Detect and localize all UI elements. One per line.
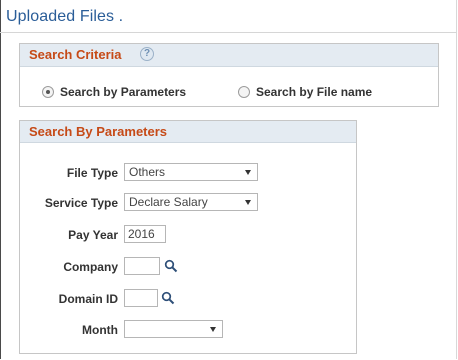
pay-year-label: Pay Year xyxy=(68,228,118,242)
search-icon[interactable] xyxy=(161,291,175,305)
search-icon[interactable] xyxy=(164,259,178,273)
service-type-label: Service Type xyxy=(44,196,118,210)
radio-search-by-parameters[interactable]: Search by Parameters xyxy=(42,85,186,99)
service-type-value: Declare Salary xyxy=(129,195,208,209)
radio-button-selected[interactable] xyxy=(42,86,54,98)
help-icon[interactable]: ? xyxy=(140,47,154,61)
search-by-parameters-group: Search By Parameters File Type Others Se… xyxy=(19,120,357,354)
file-type-select[interactable]: Others xyxy=(124,163,258,181)
radio-search-by-file-name[interactable]: Search by File name xyxy=(238,85,372,99)
search-by-parameters-header: Search By Parameters xyxy=(20,121,356,143)
chevron-down-icon xyxy=(245,170,251,175)
pay-year-input[interactable]: 2016 xyxy=(124,225,166,243)
search-criteria-group: Search Criteria ? Search by Parameters S… xyxy=(19,43,439,107)
chevron-down-icon xyxy=(245,200,251,205)
month-select[interactable] xyxy=(124,320,223,338)
radio-label: Search by Parameters xyxy=(60,85,187,99)
search-by-parameters-title: Search By Parameters xyxy=(29,124,168,139)
radio-button-unselected[interactable] xyxy=(238,86,250,98)
service-type-select[interactable]: Declare Salary xyxy=(124,193,258,211)
search-criteria-title: Search Criteria xyxy=(29,47,122,62)
radio-label: Search by File name xyxy=(256,85,373,99)
domain-id-input[interactable] xyxy=(124,289,158,307)
page-title: Uploaded Files . xyxy=(6,8,124,25)
company-label: Company xyxy=(63,260,118,274)
search-criteria-header: Search Criteria ? xyxy=(20,44,438,67)
file-type-value: Others xyxy=(129,165,166,179)
domain-id-label: Domain ID xyxy=(58,292,118,306)
pay-year-value: 2016 xyxy=(128,227,155,241)
title-divider xyxy=(0,32,457,33)
month-label: Month xyxy=(82,323,118,337)
file-type-label: File Type xyxy=(66,166,118,180)
company-input[interactable] xyxy=(124,257,160,275)
chevron-down-icon xyxy=(210,327,216,332)
